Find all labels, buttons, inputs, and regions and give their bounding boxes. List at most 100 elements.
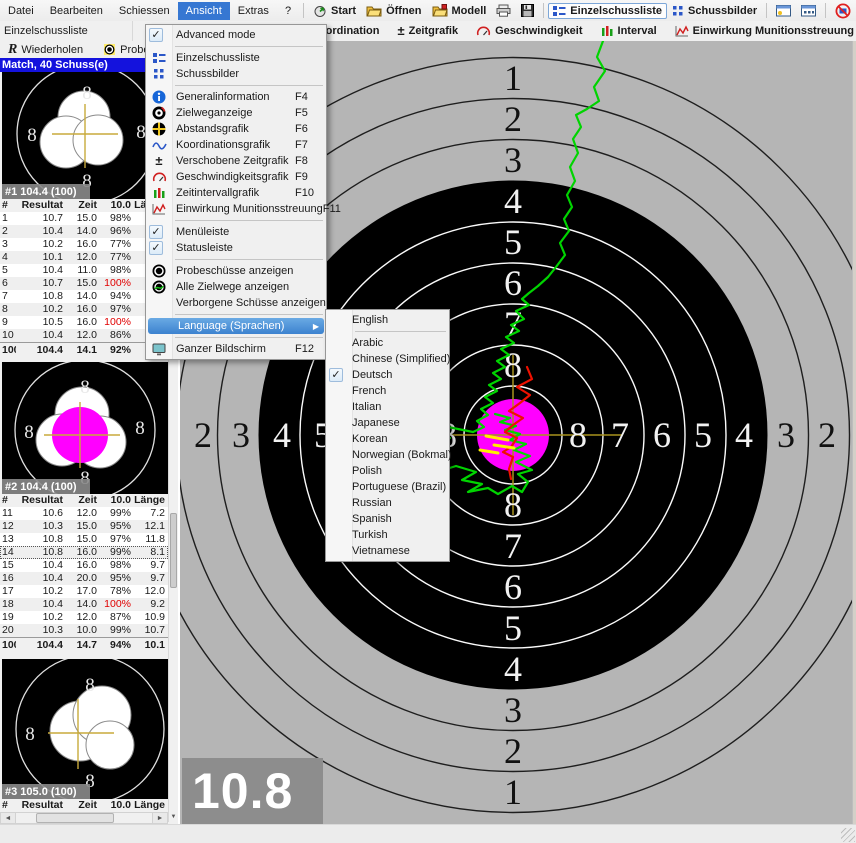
shot-group-thumbnail-2[interactable]: 8 8 8 8 #2 104.4 (100) xyxy=(2,362,168,494)
menu-datei[interactable]: Datei xyxy=(0,2,42,20)
svg-text:6: 6 xyxy=(504,567,522,607)
table-row[interactable]: 1110.612.099%7.2 xyxy=(0,507,168,520)
interval-button[interactable]: Interval xyxy=(599,24,659,38)
menu-item-verschobene-zeitgrafik[interactable]: ± Verschobene ZeitgrafikF8 xyxy=(146,153,326,169)
table-row[interactable]: 1410.816.099%8.1 xyxy=(0,546,168,559)
menu-bearbeiten[interactable]: Bearbeiten xyxy=(42,2,111,20)
menu-item-statusleiste[interactable]: ✓ Statusleiste xyxy=(146,240,326,256)
table-row[interactable]: 1710.217.078%12.0 xyxy=(0,585,168,598)
table-row[interactable]: 710.814.094%8 xyxy=(0,290,168,303)
menu-item-language-option[interactable]: ✓ Polish xyxy=(326,463,449,479)
menu-item-zeitintervallgrafik[interactable]: ZeitintervallgrafikF10 xyxy=(146,185,326,201)
menu-item-language-option[interactable]: ✓ Chinese (Simplified) xyxy=(326,351,449,367)
table-row[interactable]: 410.112.077%9 xyxy=(0,251,168,264)
menu-help[interactable]: ? xyxy=(277,2,299,20)
menu-item-language-option[interactable]: ✓ Korean xyxy=(326,431,449,447)
table-row[interactable]: 1610.420.095%9.7 xyxy=(0,572,168,585)
menu-item-language-option[interactable]: ✓ Turkish xyxy=(326,527,449,543)
menu-item-abstandsgrafik[interactable]: AbstandsgrafikF6 xyxy=(146,121,326,137)
table-row[interactable]: 110.715.098%10 xyxy=(0,212,168,225)
menu-item-language[interactable]: Language (Sprachen)▶ xyxy=(148,318,324,334)
table-row[interactable]: 1310.815.097%11.8 xyxy=(0,533,168,546)
menu-item-schussbilder[interactable]: Schussbilder xyxy=(146,66,326,82)
scrollbar-thumb[interactable] xyxy=(36,813,114,823)
table-row[interactable]: 2010.310.099%10.7 xyxy=(0,624,168,637)
horizontal-scrollbar[interactable]: ◄ ► xyxy=(0,812,168,824)
table-row[interactable]: 810.216.097%9 xyxy=(0,303,168,316)
speed-button[interactable]: Geschwindigkeit xyxy=(474,24,584,38)
table-row[interactable]: 1810.414.0100%9.2 xyxy=(0,598,168,611)
time-graph-button[interactable]: ± Zeitgrafik xyxy=(395,24,460,38)
menu-item-language-option[interactable]: ✓ English xyxy=(326,312,449,328)
window-settings-button[interactable] xyxy=(771,3,796,19)
table-row[interactable]: 210.414.096%8 xyxy=(0,225,168,238)
svg-text:3: 3 xyxy=(232,415,250,455)
menu-item-menuleiste[interactable]: ✓ Menüleiste xyxy=(146,224,326,240)
language-submenu: ✓ English ✓ Arabic ✓ Chinese (Simplified… xyxy=(325,309,450,562)
menu-item-ganzer-bildschirm[interactable]: Ganzer BildschirmF12 xyxy=(146,341,326,357)
menu-item-language-option[interactable]: ✓ Arabic xyxy=(326,335,449,351)
menu-item-probeschuesse-anzeigen[interactable]: Probeschüsse anzeigen xyxy=(146,263,326,279)
window-layout-button[interactable] xyxy=(796,3,821,19)
menu-item-language-option[interactable]: ✓ Norwegian (Bokmal) xyxy=(326,447,449,463)
menu-item-language-option[interactable]: ✓ Portuguese (Brazil) xyxy=(326,479,449,495)
dots-grid-icon xyxy=(150,67,168,82)
menu-item-language-option[interactable]: ✓ Italian xyxy=(326,399,449,415)
menu-item-advanced-mode[interactable]: ✓ Advanced mode xyxy=(146,27,326,43)
menu-item-language-option[interactable]: ✓ Russian xyxy=(326,495,449,511)
menu-item-language-option[interactable]: ✓ French xyxy=(326,383,449,399)
menu-schiessen[interactable]: Schiessen xyxy=(111,2,178,20)
svg-text:4: 4 xyxy=(504,181,522,221)
save-button[interactable] xyxy=(516,2,539,19)
checkmark-icon: ✓ xyxy=(329,368,343,382)
ammo-spread-button[interactable]: Einwirkung Munitionsstreuung xyxy=(673,24,856,38)
scroll-left-arrow[interactable]: ◄ xyxy=(1,813,16,823)
menu-ansicht[interactable]: Ansicht xyxy=(178,2,230,20)
zigzag-chart-icon xyxy=(150,202,168,217)
resize-grip[interactable] xyxy=(841,828,855,842)
open-button[interactable]: Öffnen xyxy=(361,2,426,19)
table-row[interactable]: 910.516.0100%8 xyxy=(0,316,168,329)
all-paths-target-icon xyxy=(150,280,168,295)
menu-item-koordinationsgrafik[interactable]: KoordinationsgrafikF7 xyxy=(146,137,326,153)
no-device-button[interactable] xyxy=(830,1,856,21)
scrollbar-thumb[interactable] xyxy=(170,513,177,588)
divider xyxy=(303,3,304,18)
menu-item-einwirkung-munitionsstreuung[interactable]: Einwirkung MunitionsstreuungF11 xyxy=(146,201,326,217)
shot-group-thumbnail-3[interactable]: 8 8 8 #3 105.0 (100) xyxy=(2,659,168,799)
menu-item-geschwindigkeitsgrafik[interactable]: GeschwindigkeitsgrafikF9 xyxy=(146,169,326,185)
print-button[interactable] xyxy=(491,2,516,19)
menu-item-language-option[interactable]: ✓ Japanese xyxy=(326,415,449,431)
table-row[interactable]: 1910.212.087%10.9 xyxy=(0,611,168,624)
table-row[interactable]: 1010.412.086%8 xyxy=(0,329,168,342)
menu-separator xyxy=(175,337,323,338)
menu-item-language-option[interactable]: ✓ Vietnamese xyxy=(326,543,449,559)
menu-item-zielweganzeige[interactable]: ZielweganzeigeF5 xyxy=(146,105,326,121)
menu-item-generalinformation[interactable]: GeneralinformationF4 xyxy=(146,89,326,105)
menu-separator xyxy=(175,85,323,86)
menu-item-verborgene-schuesse-anzeigen[interactable]: Verborgene Schüsse anzeigen xyxy=(146,295,326,311)
menu-item-language-option[interactable]: ✓ Deutsch xyxy=(326,367,449,383)
table-row[interactable]: 1210.315.095%12.1 xyxy=(0,520,168,533)
scroll-down-arrow[interactable]: ▼ xyxy=(169,812,178,822)
menu-extras[interactable]: Extras xyxy=(230,2,277,20)
single-shot-list-toggle[interactable]: Einzelschussliste xyxy=(548,3,667,19)
table-row[interactable]: 310.216.077%8 xyxy=(0,238,168,251)
menu-item-alle-zielwege-anzeigen[interactable]: Alle Zielwege anzeigen xyxy=(146,279,326,295)
start-button[interactable]: Start xyxy=(308,2,361,20)
divider xyxy=(825,3,826,18)
scroll-right-arrow[interactable]: ► xyxy=(152,813,167,823)
table-row[interactable]: 1510.416.098%9.7 xyxy=(0,559,168,572)
table-row[interactable]: 510.411.098%10 xyxy=(0,264,168,277)
checkmark-icon: ✓ xyxy=(149,241,163,255)
table-row[interactable]: 610.715.0100%8 xyxy=(0,277,168,290)
repeat-button[interactable]: R Wiederholen xyxy=(3,41,88,58)
scrollbar-track[interactable] xyxy=(16,813,152,823)
distance-target-icon xyxy=(150,122,168,137)
svg-text:2: 2 xyxy=(818,415,836,455)
shot-pictures-toggle[interactable]: Schussbilder xyxy=(667,3,762,19)
menu-item-language-option[interactable]: ✓ Spanish xyxy=(326,511,449,527)
shot-group-thumbnail-1[interactable]: 8 8 8 8 #1 104.4 (100) xyxy=(2,72,168,199)
model-button[interactable]: Modell xyxy=(427,2,492,19)
menu-item-einzelschussliste[interactable]: Einzelschussliste xyxy=(146,50,326,66)
